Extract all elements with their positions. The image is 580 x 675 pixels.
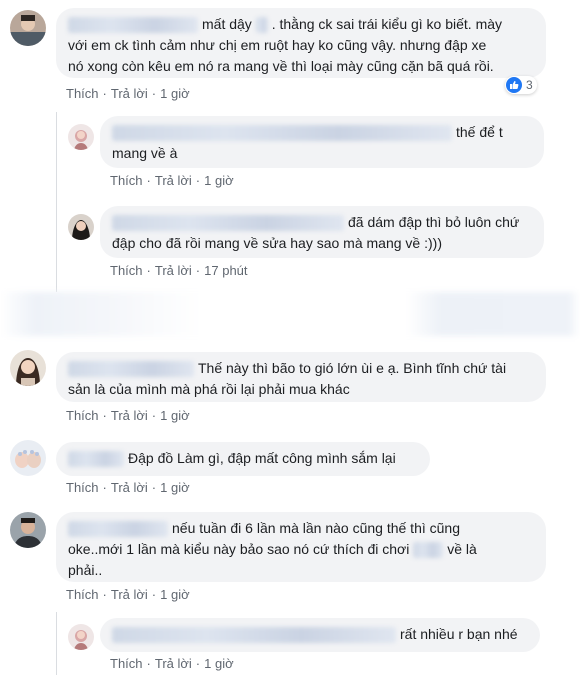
- commenter-avatar[interactable]: [10, 350, 46, 386]
- reply-link[interactable]: Trả lời: [111, 408, 148, 423]
- comment-text-line: mất dậy: [202, 16, 252, 32]
- reply-time: 1 giờ: [204, 656, 234, 671]
- comment-actions: Thích · Trả lời · 1 giờ: [66, 587, 190, 602]
- comment-bubble: Thế này thì bão to gió lớn ùi e ạ. Bình …: [56, 352, 546, 402]
- comment-time: 1 giờ: [160, 587, 190, 602]
- comment-time: 1 giờ: [160, 408, 190, 423]
- thread-line: [56, 612, 57, 675]
- blurred-region: [0, 292, 580, 336]
- reply-avatar[interactable]: [68, 124, 94, 150]
- like-link[interactable]: Thích: [66, 480, 99, 495]
- reply-bubble: đã dám đập thì bỏ luôn chứ đập cho đã rồ…: [100, 206, 544, 258]
- comment-text-line: oke..mới 1 lần mà kiểu này bảo sao nó cứ…: [68, 541, 410, 557]
- comment-actions: Thích · Trả lời · 1 giờ: [66, 86, 190, 101]
- like-link[interactable]: Thích: [66, 86, 99, 101]
- thread-line: [56, 112, 57, 292]
- like-link[interactable]: Thích: [66, 408, 99, 423]
- reply-avatar[interactable]: [68, 214, 94, 240]
- reply-bubble: thế để t mang về à: [100, 116, 544, 168]
- comment-bubble: mất dậy . thằng ck sai trái kiểu gì ko b…: [56, 8, 546, 78]
- reply-avatar[interactable]: [68, 624, 94, 650]
- reply-text-line: rất nhiều r bạn nhé: [400, 626, 518, 642]
- comment-text-line: nếu tuần đi 6 lần mà lần nào cũng thế th…: [172, 520, 460, 536]
- reply-text-line: thế để t: [456, 124, 503, 140]
- like-link[interactable]: Thích: [110, 173, 143, 188]
- reply-text-line: đã dám đập thì bỏ luôn chứ: [348, 214, 520, 230]
- comment-text-line: với em ck tình cảm như chị em ruột hay k…: [68, 37, 487, 53]
- reply-bubble: rất nhiều r bạn nhé: [100, 618, 540, 652]
- commenter-avatar[interactable]: [10, 512, 46, 548]
- like-link[interactable]: Thích: [110, 656, 143, 671]
- comment-text-line: Đập đồ Làm gì, đập mất công mình sắm lại: [128, 450, 396, 466]
- comment-text-line: phải..: [68, 562, 103, 578]
- reaction-count-badge[interactable]: 3: [505, 76, 537, 94]
- reply-link[interactable]: Trả lời: [111, 587, 148, 602]
- comment-text-line: nó xong còn kêu em nó ra mang về thì loạ…: [68, 58, 494, 74]
- reply-link[interactable]: Trả lời: [111, 86, 148, 101]
- comment-actions: Thích · Trả lời · 1 giờ: [66, 480, 190, 495]
- reply-link[interactable]: Trả lời: [155, 263, 192, 278]
- commenter-avatar[interactable]: [10, 10, 46, 46]
- reply-link[interactable]: Trả lời: [155, 173, 192, 188]
- comment-bubble: Đập đồ Làm gì, đập mất công mình sắm lại: [56, 442, 430, 476]
- comment-text-line: sản là của mình mà phá rồi lại phải mua …: [68, 381, 350, 397]
- reply-time: 1 giờ: [204, 173, 234, 188]
- comment-bubble: nếu tuần đi 6 lần mà lần nào cũng thế th…: [56, 512, 546, 582]
- reply-text-line: mang về à: [112, 145, 178, 161]
- comment-text-line: về là: [447, 541, 477, 557]
- reply-actions: Thích · Trả lời · 17 phút: [110, 263, 248, 278]
- reply-text-line: đập cho đã rồi mang về sửa hay sao mà ma…: [112, 235, 442, 251]
- reply-actions: Thích · Trả lời · 1 giờ: [110, 656, 234, 671]
- comment-actions: Thích · Trả lời · 1 giờ: [66, 408, 190, 423]
- commenter-avatar[interactable]: [10, 440, 46, 476]
- comment-text-line: . thằng ck sai trái kiểu gì ko biết. mày: [271, 16, 503, 32]
- comment-time: 1 giờ: [160, 86, 190, 101]
- reply-time: 17 phút: [204, 263, 248, 278]
- thumbs-up-icon: [506, 77, 522, 93]
- comment-text-line: Thế này thì bão to gió lớn ùi e ạ. Bình …: [198, 360, 507, 376]
- like-link[interactable]: Thích: [66, 587, 99, 602]
- like-link[interactable]: Thích: [110, 263, 143, 278]
- reply-link[interactable]: Trả lời: [155, 656, 192, 671]
- reply-link[interactable]: Trả lời: [111, 480, 148, 495]
- reply-actions: Thích · Trả lời · 1 giờ: [110, 173, 234, 188]
- comment-time: 1 giờ: [160, 480, 190, 495]
- reaction-count: 3: [526, 78, 533, 92]
